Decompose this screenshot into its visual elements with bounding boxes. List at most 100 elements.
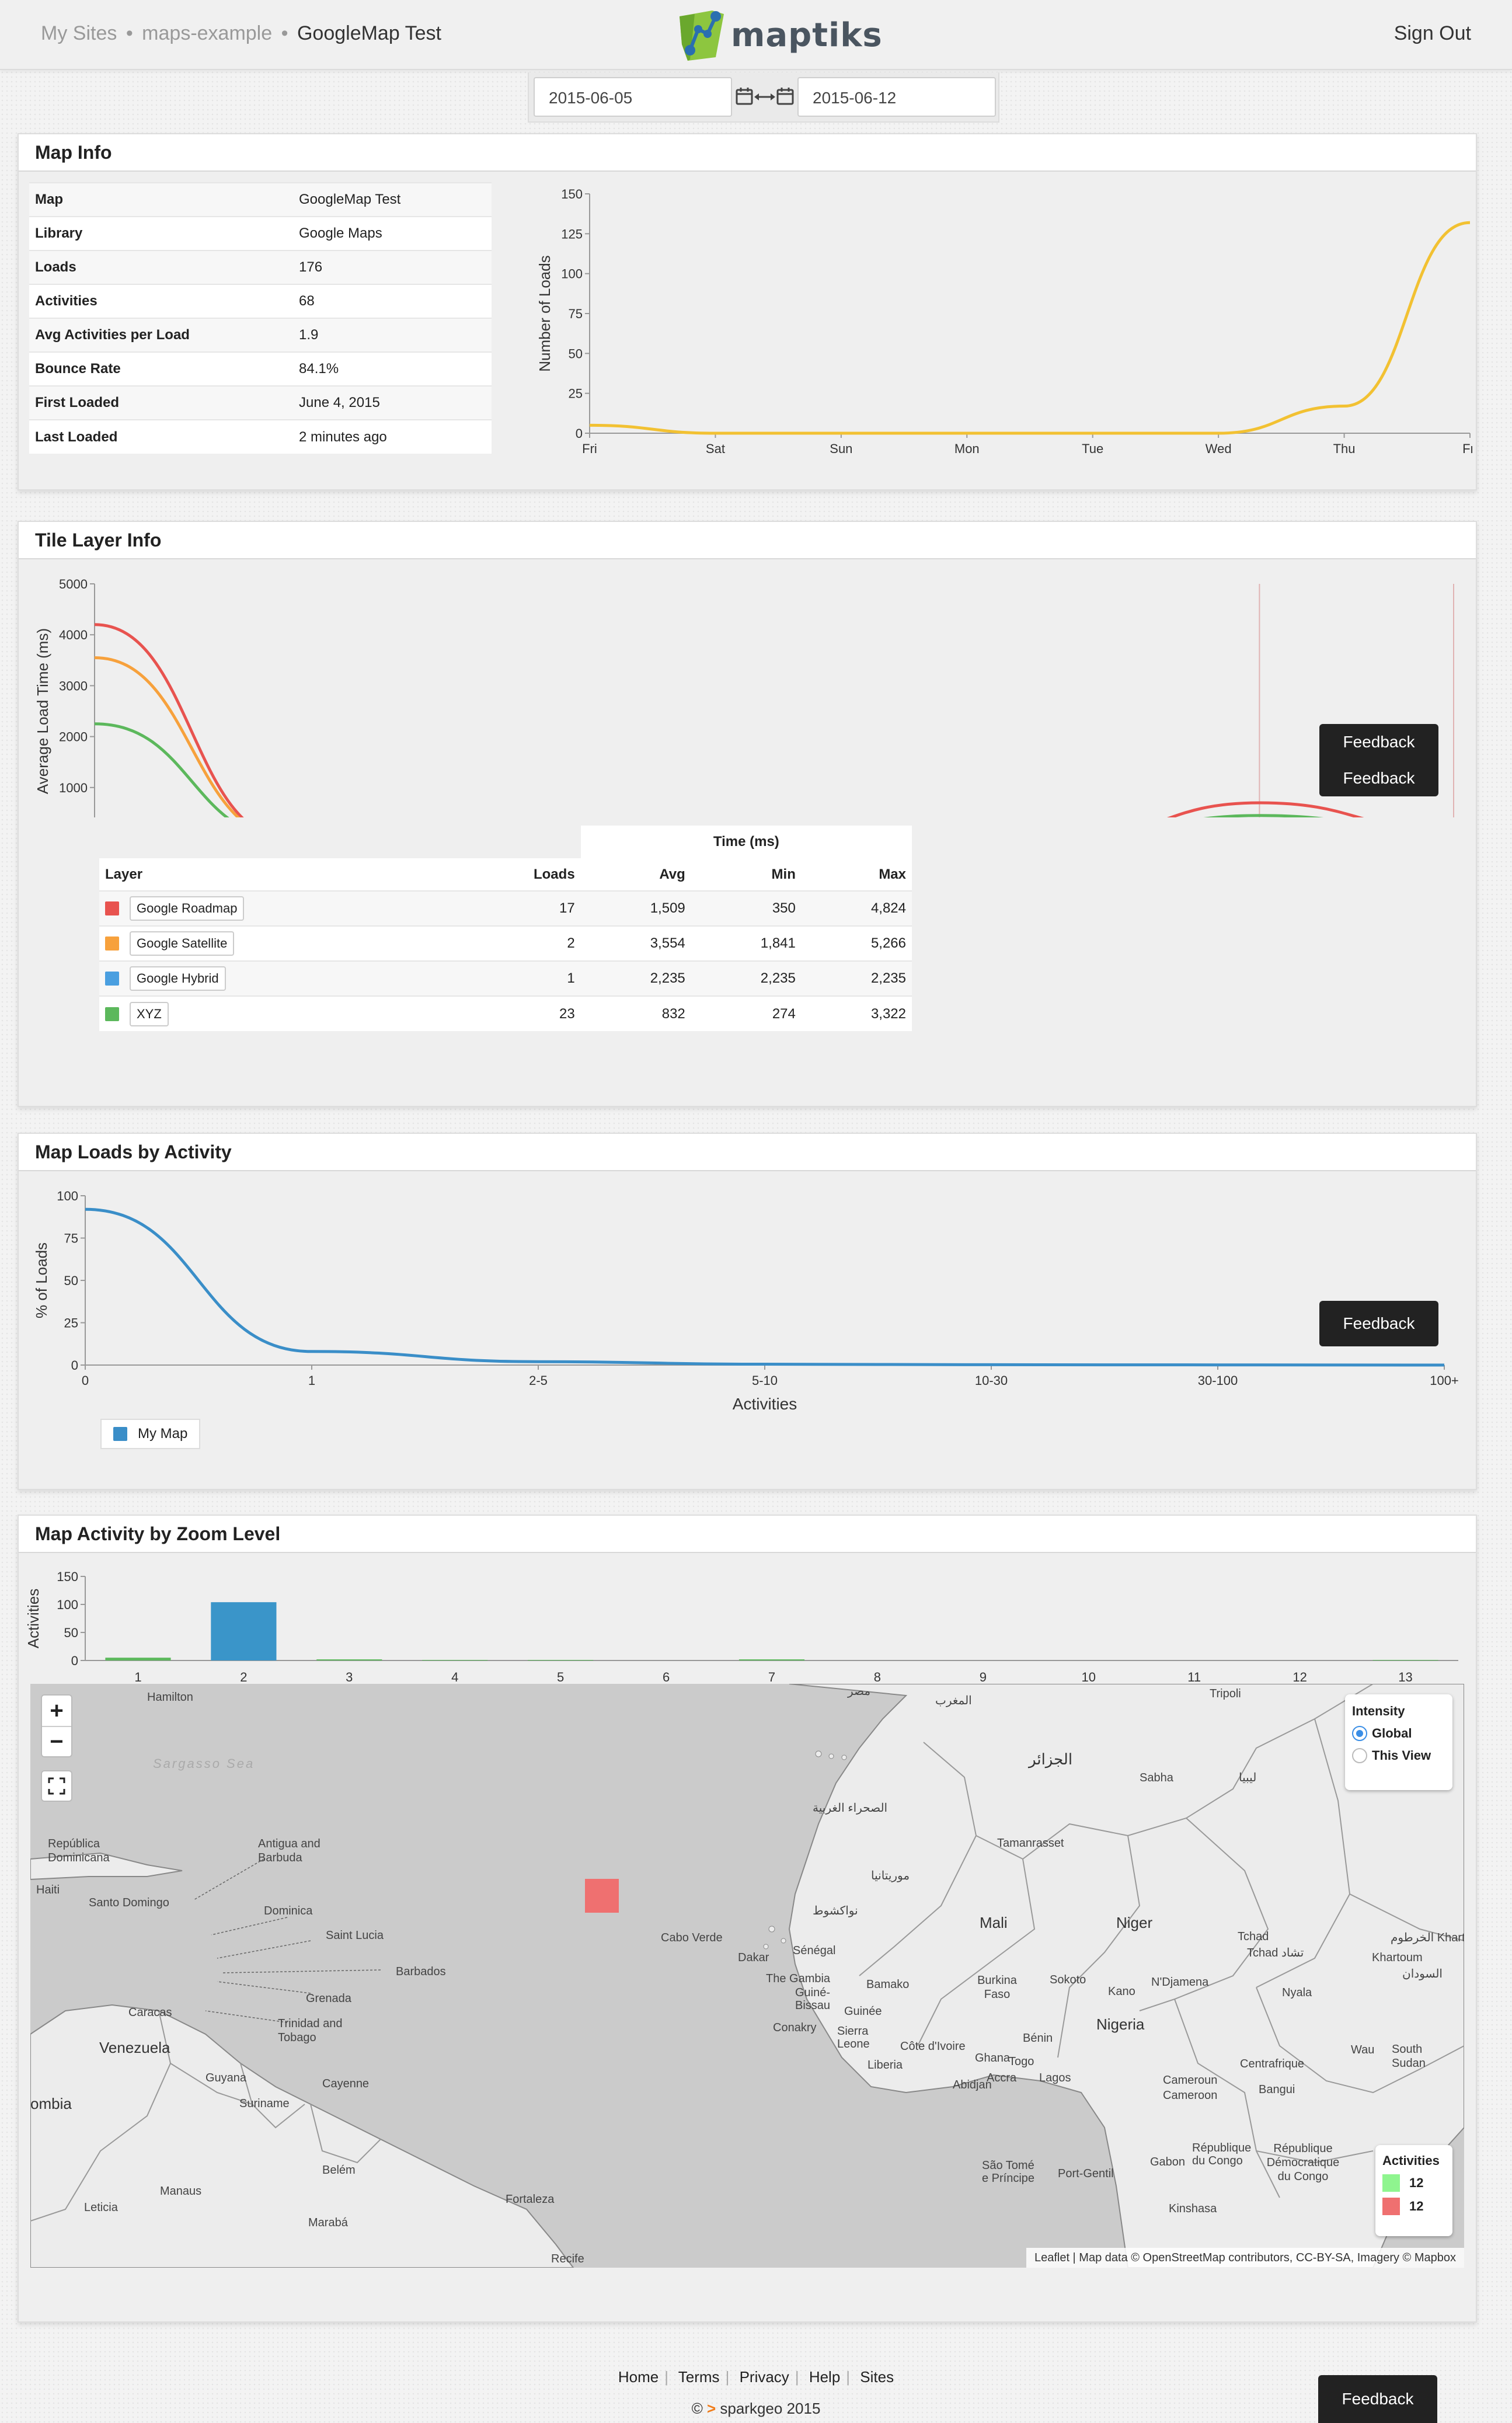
map-label: Nigeria <box>1096 2015 1145 2033</box>
x-tick-label: 7 <box>768 1670 775 1683</box>
fullscreen-button[interactable] <box>41 1770 72 1802</box>
feedback-button[interactable]: Feedback <box>1318 2375 1437 2423</box>
calendar-icon <box>776 88 794 105</box>
layer-toggle-button[interactable]: Google Hybrid <box>130 966 226 991</box>
map-label: Ghana <box>975 2052 1011 2065</box>
column-header-min[interactable]: Min <box>691 858 802 891</box>
tile-layer-info-header: Tile Layer Info <box>19 522 1476 559</box>
end-date-input[interactable]: 2015-06-12 <box>797 77 996 117</box>
feedback-button[interactable]: Feedback <box>1319 1301 1438 1346</box>
cell-loads: 23 <box>455 995 581 1031</box>
map-label: Caracas <box>128 2006 172 2019</box>
radio-selected-icon[interactable] <box>1352 1726 1367 1741</box>
x-tick-label: 2 <box>240 1670 247 1683</box>
map-label: Côte d'Ivoire <box>900 2040 966 2053</box>
layer-toggle-button[interactable]: XYZ <box>130 1001 169 1026</box>
y-tick-label: 50 <box>569 346 583 361</box>
layer-toggle-button[interactable]: Google Roadmap <box>130 896 245 921</box>
legend-swatch <box>1382 2198 1400 2215</box>
maptiks-logo[interactable]: maptiks <box>677 7 883 63</box>
date-range-icons <box>736 88 794 105</box>
map-label: Leticia <box>84 2201 118 2214</box>
breadcrumb-site[interactable]: maps-example <box>142 22 272 44</box>
footer-link-help[interactable]: Help <box>809 2368 840 2386</box>
bar <box>211 1602 277 1660</box>
x-tick-label: 5-10 <box>752 1373 778 1388</box>
table-row: Google Hybrid 1 2,235 2,235 2,235 <box>99 960 912 996</box>
map-label: Wau <box>1351 2043 1375 2056</box>
layer-cell: Google Satellite <box>99 925 456 961</box>
x-tick-label: Mon <box>954 441 980 456</box>
cell-avg: 2,235 <box>580 960 691 996</box>
y-axis-label: Average Load Time (ms) <box>34 628 51 794</box>
footer-links: Home | Terms | Privacy | Help | Sites <box>618 2368 894 2386</box>
map-label: Santo Domingo <box>89 1896 169 1909</box>
top-bar: My Sites • maps-example • GoogleMap Test… <box>0 0 1512 70</box>
y-tick-label: 0 <box>71 1358 78 1373</box>
legend-label[interactable]: My Map <box>138 1426 187 1442</box>
y-tick-label: 1000 <box>59 781 88 795</box>
column-header-avg[interactable]: Avg <box>580 858 691 891</box>
map-label: Tripoli <box>1210 1687 1241 1700</box>
map-label: Haiti <box>36 1884 60 1896</box>
map-label: South Sudan <box>1392 2043 1426 2070</box>
y-tick-label: 75 <box>64 1231 78 1246</box>
y-tick-label: 0 <box>576 426 583 441</box>
intensity-option-global[interactable]: Global <box>1352 1726 1445 1741</box>
info-row: First Loaded June 4, 2015 <box>29 385 492 420</box>
map-label: Nyala <box>1282 1986 1312 1999</box>
layer-color-swatch <box>105 901 119 915</box>
feedback-button[interactable]: Feedback <box>1319 724 1438 760</box>
x-tick-label: 100+ <box>1430 1373 1459 1388</box>
y-tick-label: 0 <box>71 1653 78 1668</box>
logo-wordmark: maptiks <box>731 16 883 54</box>
x-tick-label: Thu <box>1333 441 1356 456</box>
heatmap-cell <box>585 1879 619 1913</box>
intensity-option-label: This View <box>1372 1748 1431 1763</box>
sparkgeo-brand[interactable]: sparkgeo <box>720 2400 782 2417</box>
layer-toggle-button[interactable]: Google Satellite <box>130 931 235 956</box>
map-label: ليبيا <box>1239 1771 1257 1784</box>
footer-link-home[interactable]: Home <box>618 2368 659 2386</box>
breadcrumb: My Sites • maps-example • GoogleMap Test <box>41 22 441 45</box>
map-info-panel: Map Info Map GoogleMap Test Library Google … <box>18 133 1477 490</box>
column-header-layer[interactable]: Layer <box>99 858 456 891</box>
x-tick-label: 9 <box>980 1670 987 1683</box>
map-label: The Gambia <box>766 1972 831 1985</box>
info-row: Loads 176 <box>29 250 492 284</box>
column-header-loads[interactable]: Loads <box>455 858 581 891</box>
info-key: Avg Activities per Load <box>29 318 293 352</box>
radio-icon[interactable] <box>1352 1748 1367 1763</box>
map-label: República Dominicana <box>48 1837 110 1864</box>
panel-title: Map Activity by Zoom Level <box>35 1523 281 1544</box>
map-attribution[interactable]: Leaflet | Map data © OpenStreetMap contr… <box>1026 2248 1464 2268</box>
x-tick-label: 11 <box>1187 1670 1201 1683</box>
x-tick-label: 1 <box>134 1670 141 1683</box>
footer-link-sites[interactable]: Sites <box>860 2368 894 2386</box>
sign-out-link[interactable]: Sign Out <box>1394 22 1471 45</box>
date-range-picker: 2015-06-05 2015-06-12 <box>528 72 999 123</box>
info-value: 176 <box>293 250 492 284</box>
column-header-max[interactable]: Max <box>801 858 912 891</box>
table-row: XYZ 23 832 274 3,322 <box>99 995 912 1031</box>
zoom-out-button[interactable]: − <box>42 1726 71 1756</box>
heatmap-map[interactable]: Hamilton Sargasso Sea República Dominica… <box>30 1684 1464 2268</box>
footer-link-terms[interactable]: Terms <box>678 2368 720 2386</box>
footer-link-privacy[interactable]: Privacy <box>740 2368 789 2386</box>
y-tick-label: 4000 <box>59 628 88 642</box>
cell-max: 2,235 <box>801 960 912 996</box>
breadcrumb-my-sites[interactable]: My Sites <box>41 22 117 44</box>
calendar-icon <box>736 88 753 105</box>
fullscreen-icon <box>48 1777 65 1795</box>
map-label: المغرب <box>935 1694 972 1707</box>
map-label: Recife <box>551 2253 584 2265</box>
legend-value: 12 <box>1409 2175 1424 2190</box>
zoom-in-button[interactable]: + <box>42 1696 71 1726</box>
y-tick-label: 100 <box>57 1597 78 1612</box>
start-date-input[interactable]: 2015-06-05 <box>534 77 732 117</box>
intensity-option-this-view[interactable]: This View <box>1352 1748 1445 1763</box>
feedback-button[interactable]: Feedback <box>1319 760 1438 796</box>
info-value: 84.1% <box>293 351 492 386</box>
cell-max: 4,824 <box>801 890 912 926</box>
x-tick-label: 5 <box>557 1670 564 1683</box>
